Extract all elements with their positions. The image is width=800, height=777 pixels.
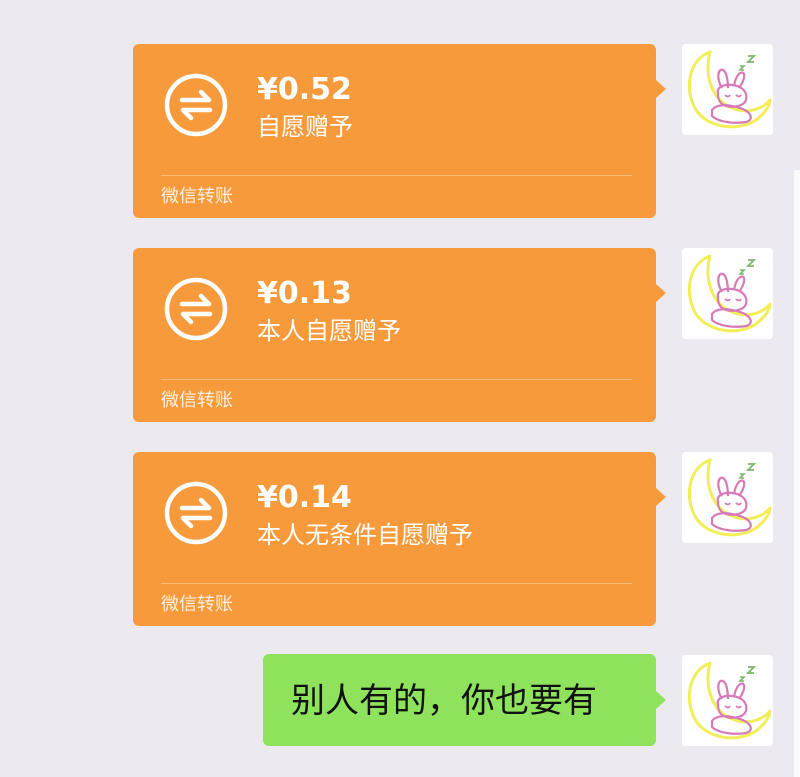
transfer-footer-label: 微信转账 bbox=[161, 390, 233, 411]
transfer-arrows-icon bbox=[164, 277, 228, 341]
transfer-note: 本人自愿赠予 bbox=[257, 317, 401, 345]
message-text: 别人有的，你也要有 bbox=[291, 681, 597, 721]
transfer-arrows-icon bbox=[164, 481, 228, 545]
transfer-card[interactable]: ¥0.13 本人自愿赠予 微信转账 bbox=[133, 248, 666, 422]
transfer-footer-label: 微信转账 bbox=[161, 594, 233, 615]
card-divider bbox=[161, 379, 632, 380]
transfer-card[interactable]: ¥0.52 自愿赠予 微信转账 bbox=[133, 44, 666, 218]
chat-area: ¥0.52 自愿赠予 微信转账 ¥0.13 本人自愿赠予 微信转账 ¥0.14 … bbox=[0, 0, 800, 777]
scrollbar[interactable] bbox=[794, 170, 800, 777]
sleeping-bunny-avatar-icon[interactable] bbox=[682, 655, 773, 746]
card-divider bbox=[161, 583, 632, 584]
transfer-amount: ¥0.52 bbox=[257, 72, 352, 107]
transfer-amount: ¥0.14 bbox=[257, 480, 352, 515]
transfer-note: 本人无条件自愿赠予 bbox=[257, 521, 473, 549]
transfer-card[interactable]: ¥0.14 本人无条件自愿赠予 微信转账 bbox=[133, 452, 666, 626]
text-message-bubble[interactable]: 别人有的，你也要有 bbox=[263, 654, 666, 746]
sleeping-bunny-avatar-icon[interactable] bbox=[682, 248, 773, 339]
transfer-arrows-icon bbox=[164, 73, 228, 137]
sleeping-bunny-avatar-icon[interactable] bbox=[682, 452, 773, 543]
card-divider bbox=[161, 175, 632, 176]
transfer-footer-label: 微信转账 bbox=[161, 186, 233, 207]
transfer-note: 自愿赠予 bbox=[257, 113, 353, 141]
transfer-amount: ¥0.13 bbox=[257, 276, 352, 311]
sleeping-bunny-avatar-icon[interactable] bbox=[682, 44, 773, 135]
